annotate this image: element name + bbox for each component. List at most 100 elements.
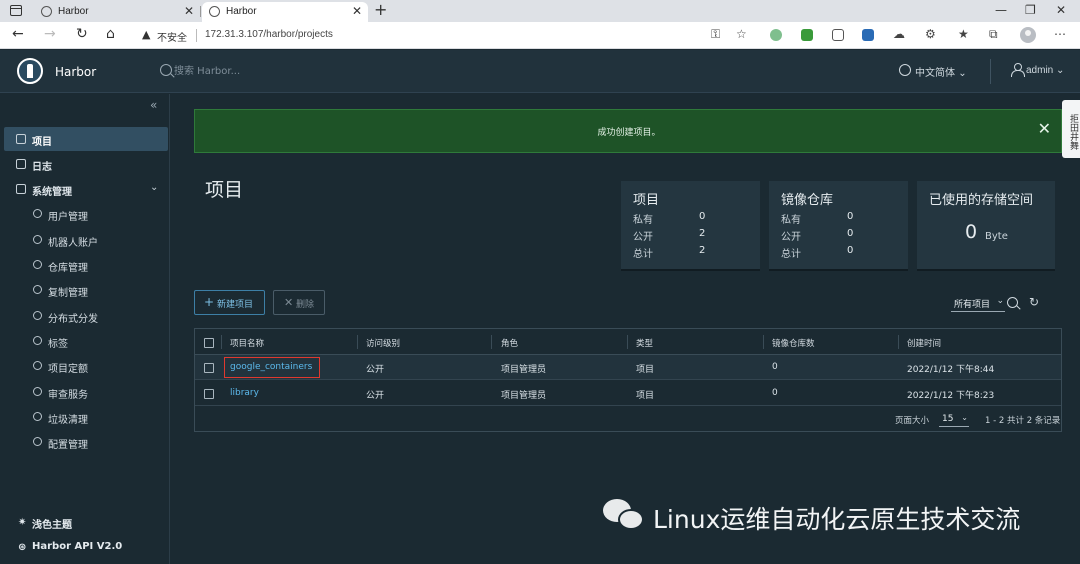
brand-name[interactable]: Harbor — [55, 65, 96, 79]
sidebar-item-registries[interactable]: 仓库管理 — [0, 253, 169, 277]
card-title: 项目 — [633, 193, 660, 208]
column-header-role[interactable]: 角色 — [501, 337, 518, 349]
user-menu[interactable]: admin ⌄ — [1026, 65, 1064, 76]
new-project-button[interactable]: + 新建项目 — [194, 290, 265, 315]
chevron-down-icon: ⌄ — [961, 413, 968, 422]
logs-icon — [16, 159, 26, 169]
plus-icon: + — [204, 295, 215, 309]
extensions-icon[interactable]: ⚙ — [925, 27, 936, 41]
sidebar-item-api[interactable]: ⊛ Harbor API V2.0 — [0, 537, 169, 557]
warning-icon[interactable]: ▲ — [142, 28, 150, 41]
sidebar-item-label: 项目定额 — [48, 364, 88, 375]
extension-green-icon[interactable] — [770, 29, 782, 41]
header-divider — [990, 59, 991, 84]
profile-avatar-icon[interactable] — [1020, 27, 1036, 43]
maximize-icon[interactable]: ❐ — [1025, 3, 1036, 17]
select-all-checkbox[interactable] — [204, 338, 214, 348]
chevron-down-icon: ⌄ — [996, 296, 1004, 306]
forward-icon[interactable]: → — [44, 26, 56, 42]
browser-tab-2[interactable]: Harbor ✕ — [202, 2, 368, 22]
card-row-value: 0 — [847, 228, 854, 239]
registry-icon — [33, 260, 42, 269]
row-checkbox[interactable] — [204, 363, 214, 373]
extension-puzzle-icon[interactable] — [832, 29, 844, 41]
search-icon[interactable] — [1007, 297, 1018, 308]
url-text[interactable]: 172.31.3.107/harbor/projects — [205, 29, 333, 40]
key-icon[interactable]: ⚿ — [711, 27, 720, 42]
minimize-icon[interactable]: — — [995, 3, 1007, 17]
sidebar-item-users[interactable]: 用户管理 — [0, 202, 169, 226]
address-bar: ← → ↻ ⌂ ▲ 不安全 172.31.3.107/harbor/projec… — [0, 22, 1080, 49]
extension-blue-icon[interactable] — [862, 29, 874, 41]
storage-summary-card: 已使用的存储空间 0 Byte — [917, 181, 1055, 269]
extension-cloud-icon[interactable]: ☁ — [893, 27, 905, 41]
column-header-access[interactable]: 访问级别 — [366, 337, 400, 349]
project-name-link[interactable]: library — [230, 388, 259, 398]
insecure-label[interactable]: 不安全 — [157, 29, 187, 44]
column-header-repo-count[interactable]: 镜像仓库数 — [772, 337, 815, 349]
button-label: 删除 — [296, 300, 315, 310]
row-checkbox[interactable] — [204, 389, 214, 399]
sidebar-item-light-theme[interactable]: ✷ 浅色主题 — [0, 512, 169, 532]
sidebar-item-label: 复制管理 — [48, 288, 88, 299]
close-alert-icon[interactable]: ✕ — [1038, 119, 1051, 138]
browser-tab-1[interactable]: Harbor ✕ — [34, 2, 200, 22]
close-tab-icon[interactable]: ✕ — [352, 4, 362, 18]
sidebar-item-distributions[interactable]: 分布式分发 — [0, 304, 169, 328]
sidebar: « 项目 日志 系统管理 ⌄ 用户管理 机器人账户 仓库管理 复制管理 分布式分… — [0, 94, 170, 564]
card-title: 镜像仓库 — [781, 193, 834, 208]
card-row-value: 2 — [699, 228, 706, 239]
sidebar-item-labels[interactable]: 标签 — [0, 329, 169, 353]
quota-icon — [33, 361, 42, 370]
distribution-icon — [33, 311, 42, 320]
harbor-logo-icon[interactable] — [17, 58, 43, 84]
close-tab-icon[interactable]: ✕ — [184, 4, 194, 18]
created-time: 2022/1/12 下午8:44 — [907, 365, 995, 375]
sidebar-item-label: 项目 — [32, 137, 52, 148]
back-icon[interactable]: ← — [12, 26, 24, 42]
window-menu-icon[interactable] — [10, 5, 22, 16]
card-row-label: 公开 — [633, 232, 653, 243]
language-selector[interactable]: 中文简体 ⌄ — [915, 64, 967, 79]
collections-icon[interactable]: ⧉ — [989, 27, 998, 42]
more-menu-icon[interactable]: ⋯ — [1054, 27, 1066, 41]
extension-leaf-icon[interactable] — [801, 29, 813, 41]
project-name-link[interactable]: google_containers — [230, 362, 312, 372]
close-window-icon[interactable]: ✕ — [1056, 3, 1066, 17]
projects-icon — [16, 134, 26, 144]
home-icon[interactable]: ⌂ — [106, 26, 115, 42]
sidebar-item-replications[interactable]: 复制管理 — [0, 278, 169, 302]
sidebar-item-label: 垃圾清理 — [48, 415, 88, 426]
sidebar-item-quotas[interactable]: 项目定额 — [0, 354, 169, 378]
project-filter-select[interactable]: 所有项目 ⌄ — [951, 296, 1005, 312]
side-panel-tab[interactable]: 拒田井舞 — [1062, 100, 1080, 158]
column-header-name[interactable]: 项目名称 — [230, 337, 264, 349]
collapse-sidebar-icon[interactable]: « — [150, 98, 157, 112]
card-row-value: 0 — [847, 211, 854, 222]
sidebar-item-admin[interactable]: 系统管理 ⌄ — [0, 177, 169, 201]
sidebar-item-config[interactable]: 配置管理 — [0, 430, 169, 454]
sidebar-item-label: 分布式分发 — [48, 314, 98, 325]
language-label: 中文简体 — [915, 68, 955, 79]
sidebar-item-projects[interactable]: 项目 — [4, 127, 168, 151]
alert-message: 成功创建项目。 — [597, 128, 661, 138]
new-tab-icon[interactable]: + — [374, 0, 387, 19]
favorites-icon[interactable]: ★ — [958, 27, 969, 41]
column-header-created[interactable]: 创建时间 — [907, 337, 941, 349]
sidebar-item-scanners[interactable]: 审查服务 — [0, 380, 169, 404]
sidebar-item-robot-accounts[interactable]: 机器人账户 — [0, 228, 169, 252]
favorite-star-icon[interactable]: ☆ — [736, 27, 747, 41]
delete-button[interactable]: ✕ 删除 — [273, 290, 325, 315]
close-icon: ✕ — [284, 296, 294, 309]
storage-unit: Byte — [985, 231, 1008, 242]
page-size-select[interactable]: 15 ⌄ — [939, 411, 969, 427]
sidebar-item-gc[interactable]: 垃圾清理 — [0, 405, 169, 429]
column-header-type[interactable]: 类型 — [636, 337, 653, 349]
sidebar-item-label: 浅色主题 — [32, 520, 72, 531]
scanner-icon — [33, 387, 42, 396]
refresh-icon[interactable]: ↻ — [1029, 295, 1039, 309]
sidebar-item-logs[interactable]: 日志 — [0, 152, 169, 176]
card-row-label: 私有 — [781, 215, 801, 226]
reload-icon[interactable]: ↻ — [76, 26, 88, 42]
global-search-input[interactable] — [174, 63, 374, 79]
